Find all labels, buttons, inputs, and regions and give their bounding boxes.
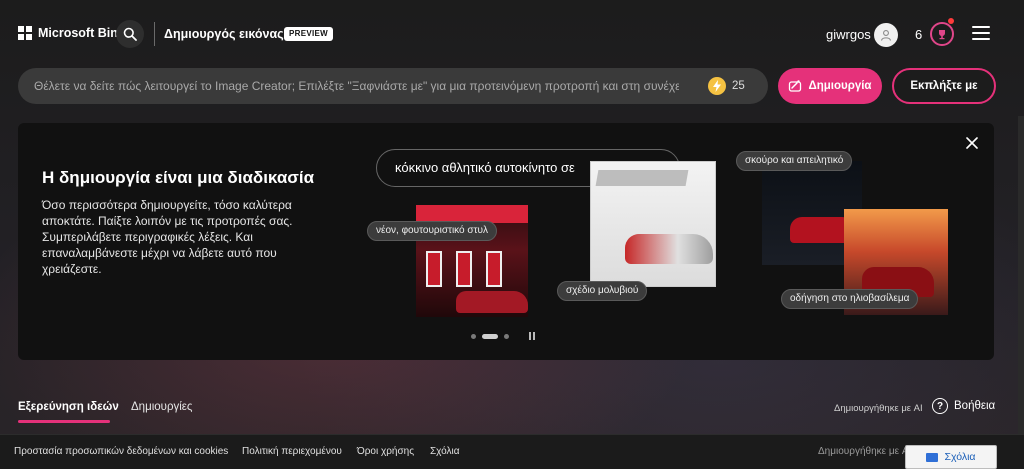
- active-tab-indicator: [18, 420, 110, 423]
- footer-link-terms[interactable]: Όροι χρήσης: [357, 446, 414, 457]
- avatar[interactable]: [874, 23, 898, 47]
- create-button-label: Δημιουργία: [808, 80, 872, 92]
- prompt-input[interactable]: [34, 68, 679, 104]
- banner-title: Η δημιουργία είναι μια διαδικασία: [42, 168, 315, 187]
- rewards-trophy-icon: [939, 30, 945, 40]
- footer-link-privacy[interactable]: Προστασία προσωπικών δεδομένων και cooki…: [14, 446, 228, 457]
- rewards-button[interactable]: [930, 22, 954, 46]
- carousel-dot[interactable]: [471, 333, 476, 339]
- feedback-label: Σχόλια: [944, 451, 976, 463]
- scrollbar[interactable]: [1018, 116, 1024, 466]
- feedback-button[interactable]: Σχόλια: [905, 445, 997, 469]
- prompt-bar: 25: [18, 68, 768, 104]
- carousel-dot-active[interactable]: [482, 333, 498, 339]
- boosts-count: 25: [732, 80, 745, 92]
- tag-pencil-sketch: σχέδιο μολυβιού: [557, 281, 648, 301]
- create-button[interactable]: Δημιουργία: [778, 68, 882, 104]
- surprise-me-button[interactable]: Εκπλήξτε με: [892, 68, 996, 104]
- footer-ai-note: Δημιουργήθηκε με AI: [818, 446, 912, 457]
- user-icon: [880, 30, 892, 41]
- tag-sunset-drive: οδήγηση στο ηλιοβασίλεμα: [781, 289, 919, 309]
- carousel-dot[interactable]: [504, 333, 509, 339]
- top-header: Microsoft Bing Δημιουργός εικόνας PREVIE…: [0, 0, 1024, 64]
- footer-link-content-policy[interactable]: Πολιτική περιεχομένου: [242, 446, 342, 457]
- username[interactable]: giwrgos: [826, 27, 871, 42]
- rewards-count[interactable]: 6: [915, 27, 922, 42]
- microsoft-bing-logo[interactable]: Microsoft Bing: [18, 26, 126, 40]
- tips-banner: Η δημιουργία είναι μια διαδικασία Όσο πε…: [18, 123, 994, 360]
- ai-generated-note: Δημιουργήθηκε με AI: [834, 403, 923, 414]
- tag-neon-futuristic: νέον, φουτουριστικό στυλ: [367, 221, 497, 241]
- example-image-pencil-sketch: [590, 161, 716, 287]
- banner-description: Όσο περισσότερα δημιουργείτε, τόσο καλύτ…: [42, 198, 293, 276]
- boost-bolt-icon: [708, 77, 726, 95]
- tag-dark-menacing: σκούρο και απειλητικό: [736, 151, 853, 171]
- header-divider: [154, 22, 155, 46]
- tab-explore-ideas[interactable]: Εξερεύνηση ιδεών: [18, 401, 119, 413]
- boosts-indicator[interactable]: 25: [708, 77, 745, 95]
- help-icon: ?: [932, 398, 948, 414]
- hamburger-menu-icon[interactable]: [972, 26, 990, 40]
- search-icon: [123, 27, 137, 41]
- brand-name: Microsoft Bing: [38, 26, 126, 40]
- notification-dot: [948, 18, 954, 24]
- tab-creations[interactable]: Δημιουργίες: [131, 401, 192, 413]
- close-icon: [966, 137, 978, 149]
- carousel-indicator: [471, 332, 535, 340]
- footer-link-feedback[interactable]: Σχόλια: [430, 446, 460, 457]
- search-button[interactable]: [116, 20, 144, 48]
- app-title[interactable]: Δημιουργός εικόνας: [164, 27, 284, 41]
- footer: Προστασία προσωπικών δεδομένων και cooki…: [0, 434, 1024, 469]
- microsoft-logo-icon: [18, 26, 32, 40]
- create-brush-icon: [789, 80, 802, 92]
- feedback-icon: [926, 452, 939, 462]
- help-label: Βοήθεια: [954, 400, 996, 412]
- pause-icon[interactable]: [529, 332, 535, 340]
- close-banner-button[interactable]: [962, 133, 982, 153]
- preview-badge: PREVIEW: [284, 27, 333, 41]
- help-link[interactable]: ? Βοήθεια: [932, 398, 995, 414]
